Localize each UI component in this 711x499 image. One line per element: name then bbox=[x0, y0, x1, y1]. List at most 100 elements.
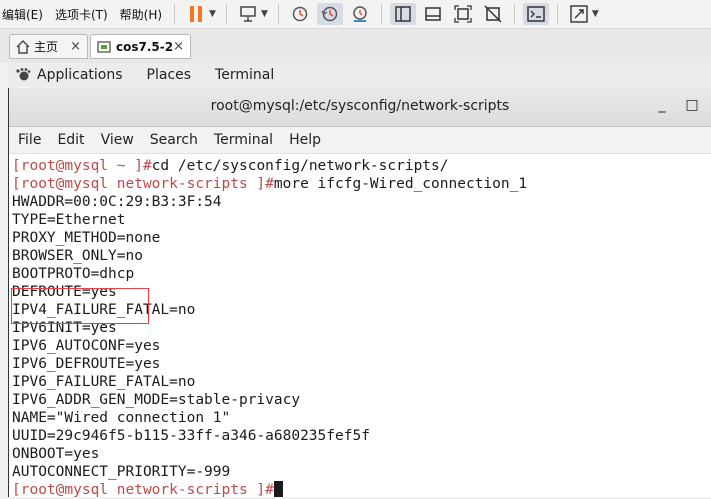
fullscreen-button[interactable] bbox=[450, 3, 476, 25]
terminal-line: [root@mysql ~ ]#cd /etc/sysconfig/networ… bbox=[12, 157, 711, 175]
output-text: IPV6_AUTOCONF=yes bbox=[12, 338, 161, 354]
vm-tab-strip: 主页 × cos7.5-2 × bbox=[0, 29, 711, 63]
unity-mode-button[interactable] bbox=[480, 3, 506, 25]
terminal-line: AUTOCONNECT_PRIORITY=-999 bbox=[12, 463, 711, 481]
output-text: IPV6_FAILURE_FATAL=no bbox=[12, 374, 196, 390]
output-text: AUTOCONNECT_PRIORITY=-999 bbox=[12, 464, 231, 480]
menu-help[interactable]: Help bbox=[281, 132, 329, 148]
tab-home-label: 主页 bbox=[34, 40, 59, 54]
vm-icon bbox=[97, 40, 111, 53]
toolbar-divider bbox=[513, 4, 515, 24]
snapshot-manager-icon bbox=[353, 6, 367, 22]
terminal-line: BOOTPROTO=dhcp bbox=[12, 265, 711, 283]
revert-snapshot-icon bbox=[321, 6, 338, 22]
terminal-line: IPV6_FAILURE_FATAL=no bbox=[12, 373, 711, 391]
terminal-menubar: File Edit View Search Terminal Help bbox=[9, 127, 711, 154]
terminal-line: [root@mysql network-scripts ]# bbox=[12, 481, 711, 499]
maximize-button[interactable]: □ bbox=[681, 94, 703, 116]
stretch-icon bbox=[570, 5, 588, 23]
tab-home[interactable]: 主页 × bbox=[9, 34, 88, 59]
places-menu[interactable]: Places bbox=[147, 67, 192, 83]
tab-vm[interactable]: cos7.5-2 × bbox=[90, 34, 191, 59]
shell-prompt: [root@mysql ~ ]# bbox=[12, 158, 152, 174]
output-text: UUID=29c946f5-b115-33ff-a346-a680235fef5… bbox=[12, 428, 370, 444]
menu-help[interactable]: 帮助(H) bbox=[114, 6, 168, 23]
menu-tabs[interactable]: 选项卡(T) bbox=[49, 6, 114, 23]
menu-view[interactable]: View bbox=[93, 132, 142, 148]
terminal-line: PROXY_METHOD=none bbox=[12, 229, 711, 247]
output-text: IPV6_ADDR_GEN_MODE=stable-privacy bbox=[12, 392, 301, 408]
terminal-line: BROWSER_ONLY=no bbox=[12, 247, 711, 265]
toolbar-divider bbox=[556, 4, 558, 24]
window-titlebar[interactable]: root@mysql:/etc/sysconfig/network-script… bbox=[9, 88, 711, 127]
terminal-line: IPV6_DEFROUTE=yes bbox=[12, 355, 711, 373]
highlight-annotation-box bbox=[11, 288, 149, 324]
fullscreen-icon bbox=[454, 5, 472, 23]
terminal-line: HWADDR=00:0C:29:B3:3F:54 bbox=[12, 193, 711, 211]
output-text: IPV6_DEFROUTE=yes bbox=[12, 356, 161, 372]
terminal-line: NAME="Wired connection 1" bbox=[12, 409, 711, 427]
home-icon bbox=[16, 39, 30, 54]
terminal-output[interactable]: [root@mysql ~ ]#cd /etc/sysconfig/networ… bbox=[9, 154, 711, 499]
snapshot-manager-button[interactable] bbox=[347, 3, 373, 25]
terminal-app-menu[interactable]: Terminal bbox=[215, 67, 274, 83]
terminal-line: UUID=29c946f5-b115-33ff-a346-a680235fef5… bbox=[12, 427, 711, 445]
menu-edit[interactable]: 编辑(E) bbox=[0, 6, 49, 23]
applications-label: Applications bbox=[37, 67, 123, 83]
vmware-toolbar: 编辑(E) 选项卡(T) 帮助(H) ▼ ▼ ▼ bbox=[0, 0, 711, 29]
menu-edit[interactable]: Edit bbox=[49, 132, 92, 148]
toolbar-divider bbox=[174, 4, 176, 24]
text-cursor bbox=[273, 481, 283, 497]
terminal-line: TYPE=Ethernet bbox=[12, 211, 711, 229]
console-view-button[interactable] bbox=[420, 3, 446, 25]
tab-vm-label: cos7.5-2 bbox=[116, 39, 174, 54]
stretch-button[interactable] bbox=[566, 3, 592, 25]
places-label: Places bbox=[146, 67, 192, 83]
console-button[interactable] bbox=[522, 3, 549, 25]
menu-terminal[interactable]: Terminal bbox=[206, 132, 281, 148]
gnome-top-bar: Applications Places Terminal bbox=[8, 63, 711, 87]
window-title: root@mysql:/etc/sysconfig/network-script… bbox=[210, 98, 510, 114]
terminal-line: [root@mysql network-scripts ]#more ifcfg… bbox=[12, 175, 711, 193]
tab-home-close-icon[interactable]: × bbox=[70, 39, 81, 54]
minimize-button[interactable]: _ bbox=[651, 94, 673, 116]
revert-snapshot-button[interactable] bbox=[316, 3, 343, 25]
tab-vm-close-icon[interactable]: × bbox=[173, 39, 184, 54]
library-view-button[interactable] bbox=[389, 3, 416, 25]
shell-prompt: [root@mysql network-scripts ]# bbox=[12, 482, 274, 498]
toolbar-divider bbox=[225, 4, 227, 24]
menu-search[interactable]: Search bbox=[142, 132, 206, 148]
pause-vm-button[interactable] bbox=[183, 3, 209, 25]
shell-command: more ifcfg-Wired_connection_1 bbox=[273, 176, 528, 192]
snapshot-icon bbox=[292, 6, 308, 22]
output-text: HWADDR=00:0C:29:B3:3F:54 bbox=[12, 194, 222, 210]
terminal-line: ONBOOT=yes bbox=[12, 445, 711, 463]
terminal-window: root@mysql:/etc/sysconfig/network-script… bbox=[8, 88, 711, 499]
unity-icon bbox=[484, 5, 502, 23]
output-text: PROXY_METHOD=none bbox=[12, 230, 161, 246]
output-text: ONBOOT=yes bbox=[12, 446, 100, 462]
sidebar-layout-icon bbox=[395, 6, 411, 22]
terminal-line: IPV6_AUTOCONF=yes bbox=[12, 337, 711, 355]
shell-prompt: [root@mysql network-scripts ]# bbox=[12, 176, 274, 192]
toolbar-divider bbox=[380, 4, 382, 24]
send-dropdown-icon[interactable]: ▼ bbox=[261, 9, 268, 19]
pause-icon bbox=[190, 6, 203, 22]
terminal-line: IPV6_ADDR_GEN_MODE=stable-privacy bbox=[12, 391, 711, 409]
output-text: NAME="Wired connection 1" bbox=[12, 410, 231, 426]
send-ctrl-alt-del-button[interactable] bbox=[235, 3, 261, 25]
computer-send-icon bbox=[240, 6, 256, 22]
menu-file[interactable]: File bbox=[9, 132, 49, 148]
applications-menu[interactable]: Applications bbox=[14, 67, 123, 83]
output-text: BROWSER_ONLY=no bbox=[12, 248, 143, 264]
output-text: BOOTPROTO=dhcp bbox=[12, 266, 135, 282]
snapshot-button[interactable] bbox=[287, 3, 313, 25]
output-text: TYPE=Ethernet bbox=[12, 212, 126, 228]
shell-command: cd /etc/sysconfig/network-scripts/ bbox=[151, 158, 449, 174]
gnome-foot-icon bbox=[16, 68, 31, 81]
terminal-app-label: Terminal bbox=[215, 67, 275, 83]
stretch-dropdown-icon[interactable]: ▼ bbox=[592, 9, 599, 19]
terminal-prompt-icon bbox=[527, 6, 545, 22]
toolbar-divider bbox=[277, 4, 279, 24]
pause-dropdown-icon[interactable]: ▼ bbox=[209, 9, 216, 19]
